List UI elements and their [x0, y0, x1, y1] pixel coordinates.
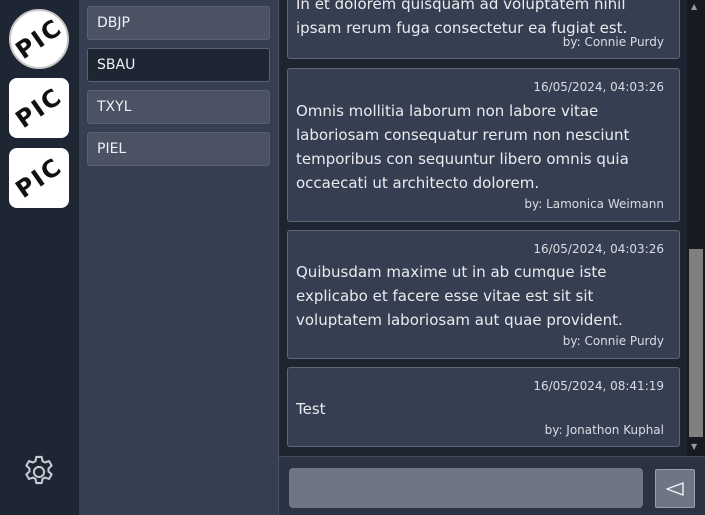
server-avatar-2[interactable]: PIC [9, 78, 69, 138]
server-rail: PIC PIC PIC [0, 0, 79, 515]
send-icon [666, 481, 684, 496]
pic-avatar-icon: PIC [10, 82, 68, 134]
message-composer [279, 456, 705, 515]
scrollbar-thumb[interactable] [689, 249, 703, 437]
message-card: 16/05/2024, 04:03:26 Omnis mollitia labo… [287, 68, 680, 222]
message-timestamp: 16/05/2024, 04:03:26 [533, 242, 664, 256]
channel-item[interactable]: DBJP [87, 6, 270, 40]
message-card: In et dolorem quisquam ad voluptatem nih… [287, 0, 680, 59]
message-author: by: Connie Purdy [562, 35, 664, 49]
channel-item-active[interactable]: SBAU [87, 48, 270, 82]
channel-list: DBJP SBAU TXYL PIEL [79, 0, 279, 515]
message-author: by: Lamonica Weimann [524, 197, 664, 211]
send-button[interactable] [655, 469, 695, 508]
server-avatar-1[interactable]: PIC [9, 9, 69, 69]
message-timestamp: 16/05/2024, 08:41:19 [533, 379, 664, 393]
message-timestamp: 16/05/2024, 04:03:26 [533, 80, 664, 94]
gear-icon[interactable] [20, 453, 58, 491]
pic-avatar-icon: PIC [10, 13, 68, 65]
message-input[interactable] [289, 468, 643, 508]
message-author: by: Jonathon Kuphal [544, 423, 664, 437]
channel-item[interactable]: PIEL [87, 132, 270, 166]
channel-item[interactable]: TXYL [87, 90, 270, 124]
server-avatar-3[interactable]: PIC [9, 148, 69, 208]
message-text: Quibusdam maxime ut in ab cumque iste ex… [296, 263, 623, 329]
message-text: In et dolorem quisquam ad voluptatem nih… [296, 0, 628, 37]
message-text: Omnis mollitia laborum non labore vitae … [296, 102, 630, 192]
message-scrollbar[interactable]: ▲ ▼ [687, 0, 705, 456]
scroll-up-icon[interactable]: ▲ [691, 2, 697, 11]
message-list: In et dolorem quisquam ad voluptatem nih… [279, 0, 705, 456]
scroll-down-icon[interactable]: ▼ [691, 442, 697, 451]
message-card: 16/05/2024, 04:03:26 Quibusdam maxime ut… [287, 230, 680, 359]
pic-avatar-icon: PIC [10, 152, 68, 204]
message-text: Test [296, 400, 326, 418]
message-author: by: Connie Purdy [562, 334, 664, 348]
message-card: 16/05/2024, 08:41:19 Test by: Jonathon K… [287, 367, 680, 447]
